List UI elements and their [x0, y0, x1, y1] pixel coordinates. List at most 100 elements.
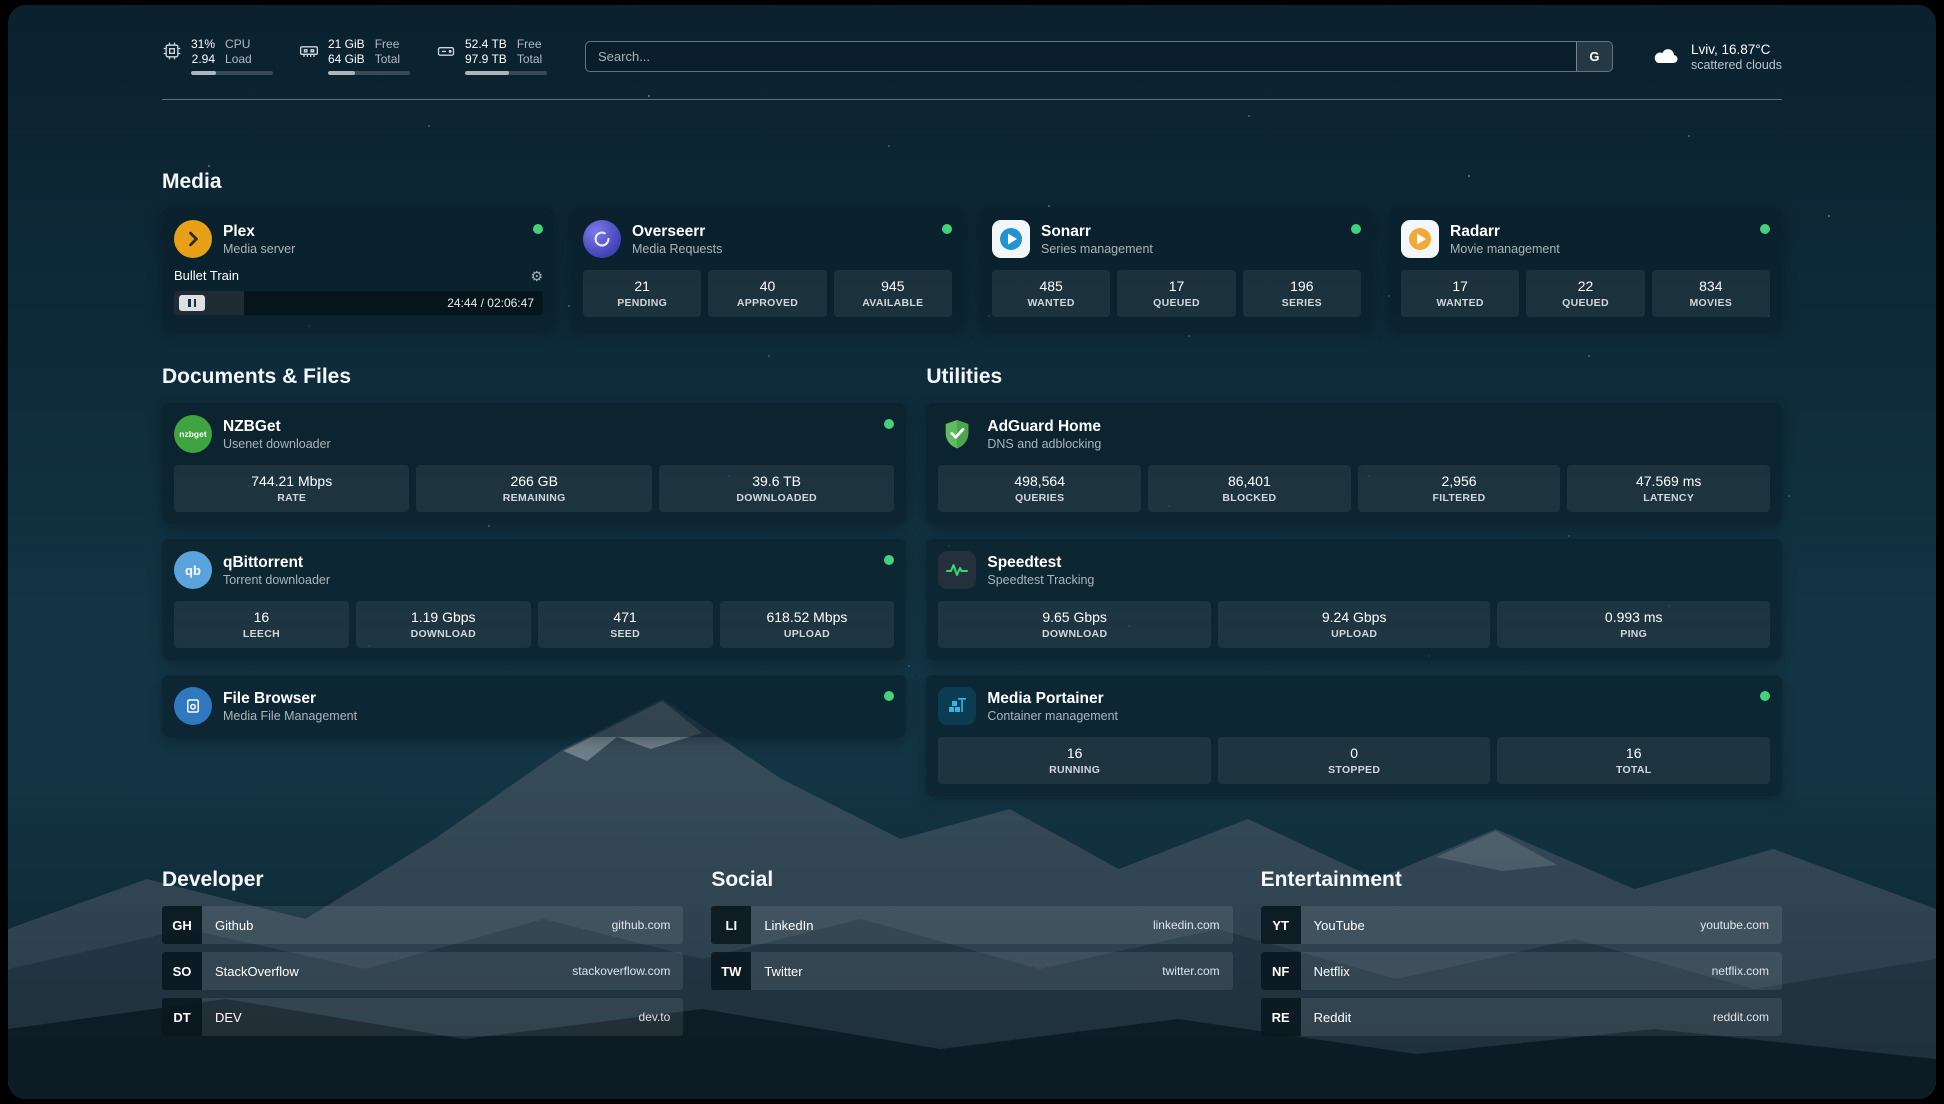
playback-time: 24:44 / 02:06:47	[447, 296, 534, 310]
bookmark-netflix[interactable]: NF Netflix netflix.com	[1261, 952, 1782, 990]
status-dot	[533, 224, 543, 234]
weather-widget[interactable]: Lviv, 16.87°C scattered clouds	[1651, 41, 1782, 72]
cpu-usage-bar	[191, 71, 273, 75]
stat-stopped: 0 STOPPED	[1218, 737, 1491, 784]
bookmark-abbr: YT	[1261, 906, 1301, 944]
speedtest-card[interactable]: Speedtest Speedtest Tracking 9.65 Gbps D…	[926, 539, 1782, 660]
bookmark-stackoverflow[interactable]: SO StackOverflow stackoverflow.com	[162, 952, 683, 990]
status-dot	[884, 555, 894, 565]
disk-usage-bar	[465, 71, 547, 75]
bookmark-name: LinkedIn	[764, 918, 813, 933]
nzbget-card[interactable]: nzbget NZBGet Usenet downloader 744.21 M…	[162, 403, 906, 524]
cpu-percent: 31%	[191, 37, 215, 52]
portainer-card[interactable]: Media Portainer Container management 16 …	[926, 675, 1782, 796]
status-dot	[1351, 224, 1361, 234]
bookmark-name: Github	[215, 918, 253, 933]
media-section-title: Media	[162, 170, 1782, 194]
search-box[interactable]: G	[585, 41, 1613, 72]
disk-usage-fill	[465, 71, 509, 75]
weather-condition: scattered clouds	[1691, 58, 1782, 72]
weather-location: Lviv, 16.87°C	[1691, 41, 1782, 58]
app-subtitle: Series management	[1041, 242, 1153, 256]
gear-icon[interactable]: ⚙	[530, 269, 543, 283]
bookmark-dev[interactable]: DT DEV dev.to	[162, 998, 683, 1036]
stat-queries: 498,564 QUERIES	[938, 465, 1141, 512]
search-provider-button[interactable]: G	[1576, 42, 1612, 71]
utilities-section: Utilities AdGuard Home DNS and adblockin…	[926, 365, 1782, 796]
app-title: qBittorrent	[223, 553, 330, 572]
filebrowser-icon	[174, 687, 212, 725]
stat-running: 16 RUNNING	[938, 737, 1211, 784]
stat-rate: 744.21 Mbps RATE	[174, 465, 409, 512]
bookmark-abbr: GH	[162, 906, 202, 944]
bookmark-abbr: NF	[1261, 952, 1301, 990]
documents-section: Documents & Files nzbget NZBGet Usenet d…	[162, 365, 906, 796]
disk-icon	[436, 41, 456, 61]
overseerr-card[interactable]: Overseerr Media Requests 21 PENDING 40 A…	[571, 208, 964, 329]
memory-metric: 21 GiB 64 GiB Free Total	[299, 37, 410, 75]
stat-download: 1.19 Gbps DOWNLOAD	[356, 601, 531, 648]
bookmark-url: youtube.com	[1700, 918, 1769, 932]
app-title: NZBGet	[223, 417, 331, 436]
adguard-icon	[938, 415, 976, 453]
app-subtitle: Usenet downloader	[223, 437, 331, 451]
bookmark-name: Reddit	[1314, 1010, 1352, 1025]
pause-button[interactable]	[179, 295, 205, 311]
memory-usage-bar	[328, 71, 410, 75]
bookmark-github[interactable]: GH Github github.com	[162, 906, 683, 944]
header-divider	[162, 99, 1782, 100]
radarr-icon	[1401, 220, 1439, 258]
status-dot	[884, 419, 894, 429]
social-bookmarks: Social LI LinkedIn linkedin.com TW Twitt…	[711, 868, 1232, 1036]
bookmark-linkedin[interactable]: LI LinkedIn linkedin.com	[711, 906, 1232, 944]
memory-icon	[299, 41, 319, 61]
status-dot	[942, 224, 952, 234]
bookmark-name: Netflix	[1314, 964, 1350, 979]
bookmark-name: StackOverflow	[215, 964, 299, 979]
stat-total: 16 TOTAL	[1497, 737, 1770, 784]
stat-pending: 21 PENDING	[583, 270, 701, 317]
bookmark-youtube[interactable]: YT YouTube youtube.com	[1261, 906, 1782, 944]
search-input[interactable]	[586, 42, 1576, 71]
plex-icon	[174, 220, 212, 258]
filebrowser-card[interactable]: File Browser Media File Management	[162, 675, 906, 737]
radarr-card[interactable]: Radarr Movie management 17 WANTED 22 QUE…	[1389, 208, 1782, 329]
plex-card[interactable]: Plex Media server Bullet Train ⚙ 24:44 /…	[162, 208, 555, 329]
disk-total-label: Total	[517, 52, 542, 67]
app-title: Sonarr	[1041, 222, 1153, 241]
app-title: AdGuard Home	[987, 417, 1101, 436]
status-dot	[884, 691, 894, 701]
app-subtitle: Media Requests	[632, 242, 722, 256]
qbittorrent-icon: qb	[174, 551, 212, 589]
cpu-icon	[162, 41, 182, 61]
dashboard-screen: 31% 2.94 CPU Load	[8, 5, 1936, 1099]
documents-section-title: Documents & Files	[162, 365, 906, 389]
bookmark-abbr: SO	[162, 952, 202, 990]
disk-free-value: 52.4 TB	[465, 37, 507, 52]
playback-bar[interactable]: 24:44 / 02:06:47	[174, 291, 543, 315]
speedtest-icon	[938, 551, 976, 589]
stat-leech: 16 LEECH	[174, 601, 349, 648]
stat-downloaded: 39.6 TB DOWNLOADED	[659, 465, 894, 512]
stat-remaining: 266 GB REMAINING	[416, 465, 651, 512]
cpu-load-value: 2.94	[192, 52, 215, 67]
app-title: File Browser	[223, 689, 357, 708]
app-subtitle: Movie management	[1450, 242, 1560, 256]
sonarr-card[interactable]: Sonarr Series management 485 WANTED 17 Q…	[980, 208, 1373, 329]
bookmark-twitter[interactable]: TW Twitter twitter.com	[711, 952, 1232, 990]
adguard-card[interactable]: AdGuard Home DNS and adblocking 498,564 …	[926, 403, 1782, 524]
bookmark-url: twitter.com	[1162, 964, 1219, 978]
developer-section-title: Developer	[162, 868, 683, 892]
developer-bookmarks: Developer GH Github github.com SO StackO…	[162, 868, 683, 1036]
app-subtitle: DNS and adblocking	[987, 437, 1101, 451]
app-title: Media Portainer	[987, 689, 1118, 708]
bookmark-reddit[interactable]: RE Reddit reddit.com	[1261, 998, 1782, 1036]
overseerr-icon	[583, 220, 621, 258]
memory-free-value: 21 GiB	[328, 37, 365, 52]
stat-approved: 40 APPROVED	[708, 270, 826, 317]
stat-latency: 47.569 ms LATENCY	[1567, 465, 1770, 512]
qbittorrent-card[interactable]: qb qBittorrent Torrent downloader 16 LEE…	[162, 539, 906, 660]
stat-queued: 22 QUEUED	[1526, 270, 1644, 317]
stat-blocked: 86,401 BLOCKED	[1148, 465, 1351, 512]
stat-movies: 834 MOVIES	[1652, 270, 1770, 317]
